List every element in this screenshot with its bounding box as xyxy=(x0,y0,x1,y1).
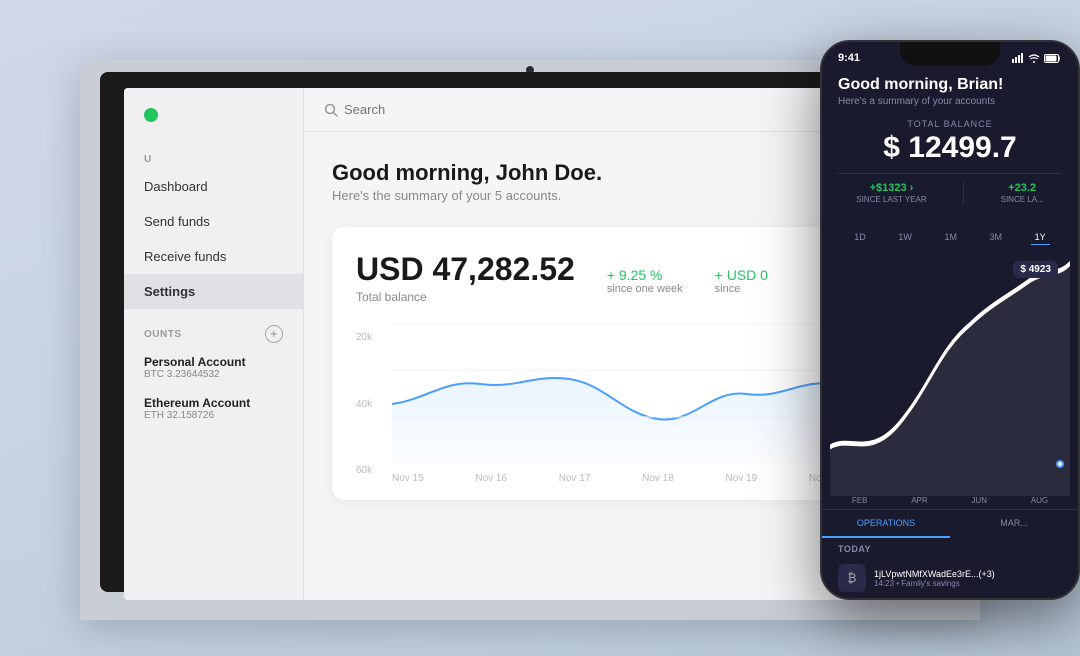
phone-x-aug: AUG xyxy=(1031,496,1048,505)
phone-tx-time: 14:23 • Family's savings xyxy=(874,579,1062,588)
phone-period-1w[interactable]: 1W xyxy=(894,230,916,245)
phone-stat2-label: SINCE LA... xyxy=(1001,195,1044,204)
greeting-text-block: Good morning, John Doe. Here's the summa… xyxy=(332,160,602,203)
balance-main-label: Total balance xyxy=(356,290,575,304)
phone-battery-icon xyxy=(1044,54,1062,63)
phone-header: Good morning, Brian! Here's a summary of… xyxy=(822,68,1078,220)
sidebar-account-personal-sub: BTC 3.23644532 xyxy=(144,369,283,380)
search-icon xyxy=(324,103,338,117)
chart-x-label-3: Nov 18 xyxy=(642,473,674,484)
greeting-subtitle: Here's the summary of your 5 accounts. xyxy=(332,188,602,203)
phone-sub: Here's a summary of your accounts xyxy=(838,96,1062,107)
sidebar-account-ethereum[interactable]: Ethereum Account ETH 32.158726 xyxy=(124,388,303,429)
phone-time: 9:41 xyxy=(838,52,860,64)
chart-y-labels: 60k 40k 20k xyxy=(356,324,386,484)
phone-period-3m[interactable]: 3M xyxy=(986,230,1007,245)
sidebar-account-personal[interactable]: Personal Account BTC 3.23644532 xyxy=(124,347,303,388)
balance-stat1-value: + 9.25 % xyxy=(607,267,683,283)
phone-period-1y[interactable]: 1Y xyxy=(1031,230,1050,245)
phone-tx-name: 1jLVpwtNMfXWadEe3rE...(+3) xyxy=(874,569,1062,579)
phone-tx-item[interactable]: ₿ 1jLVpwtNMfXWadEe3rE...(+3) 14:23 • Fam… xyxy=(822,558,1078,598)
sidebar-account-ethereum-name: Ethereum Account xyxy=(144,396,283,410)
phone-x-apr: APR xyxy=(911,496,927,505)
search-icon-wrap xyxy=(324,102,520,117)
phone-today-label: TODAY xyxy=(822,538,1078,558)
phone-stats-row: +$1323 › SINCE LAST YEAR +23.2 SINCE LA.… xyxy=(838,173,1062,204)
balance-stat1-block: + 9.25 % since one week xyxy=(607,267,683,295)
chart-y-label-60k: 60k xyxy=(356,465,386,476)
balance-stat2-value: + USD 0 xyxy=(715,267,768,283)
phone-status-icons xyxy=(1012,52,1062,64)
chart-x-label-1: Nov 16 xyxy=(475,473,507,484)
phone-stat1: +$1323 › SINCE LAST YEAR xyxy=(856,182,926,204)
phone-stat1-label: SINCE LAST YEAR xyxy=(856,195,926,204)
phone-notch xyxy=(900,42,1000,66)
greeting-title: Good morning, John Doe. xyxy=(332,160,602,186)
balance-main-value: USD 47,282.52 xyxy=(356,251,575,288)
sidebar-accounts-label: OUNTS xyxy=(144,329,182,340)
phone-x-jun: JUN xyxy=(971,496,987,505)
logo-dot-icon xyxy=(144,108,158,122)
phone-greeting: Good morning, Brian! xyxy=(838,76,1062,94)
phone-stat2-value: +23.2 xyxy=(1001,182,1044,194)
sidebar-logo xyxy=(124,108,303,146)
phone-period-1d[interactable]: 1D xyxy=(850,230,870,245)
phone-overlay: 9:41 Good morning, Brian! Here's a summa… xyxy=(820,40,1080,600)
sidebar: U Dashboard Send funds Receive funds Set… xyxy=(124,88,304,600)
phone-x-feb: FEB xyxy=(852,496,868,505)
sidebar-item-dashboard[interactable]: Dashboard xyxy=(124,169,303,204)
phone-tx-info: 1jLVpwtNMfXWadEe3rE...(+3) 14:23 • Famil… xyxy=(874,569,1062,588)
sidebar-item-send-funds[interactable]: Send funds xyxy=(124,204,303,239)
sidebar-account-ethereum-sub: ETH 32.158726 xyxy=(144,410,283,421)
phone-tab-mar[interactable]: MAR... xyxy=(950,510,1078,538)
phone-tx-icon: ₿ xyxy=(838,564,866,592)
phone-balance: $ 12499.7 xyxy=(838,131,1062,165)
balance-main-block: USD 47,282.52 Total balance xyxy=(356,251,575,304)
chart-y-label-20k: 20k xyxy=(356,332,386,343)
balance-stat1-label: since one week xyxy=(607,283,683,295)
search-input[interactable] xyxy=(344,102,520,117)
sidebar-accounts-header: OUNTS + xyxy=(124,309,303,347)
phone-price-badge: $ 4923 xyxy=(1013,261,1058,278)
phone-wifi-icon xyxy=(1028,54,1040,63)
phone-period-row: 1D 1W 1M 3M 1Y xyxy=(822,220,1078,251)
chart-x-label-4: Nov 19 xyxy=(726,473,758,484)
phone-chart-area: $ 4923 xyxy=(822,251,1078,496)
phone-tab-operations[interactable]: OPERATIONS xyxy=(822,510,950,538)
phone-screen: 9:41 Good morning, Brian! Here's a summa… xyxy=(822,42,1078,598)
phone-stat1-value: +$1323 › xyxy=(856,182,926,194)
sidebar-add-account-button[interactable]: + xyxy=(265,325,283,343)
balance-stat2-block: + USD 0 since xyxy=(715,267,768,295)
chart-x-label-2: Nov 17 xyxy=(559,473,591,484)
phone-tabs: OPERATIONS MAR... xyxy=(822,509,1078,538)
phone-x-labels: FEB APR JUN AUG xyxy=(822,496,1078,509)
sidebar-item-receive-funds[interactable]: Receive funds xyxy=(124,239,303,274)
phone-total-label: TOTAL BALANCE xyxy=(838,119,1062,129)
sidebar-section-label: U xyxy=(124,146,303,169)
phone-stat2: +23.2 SINCE LA... xyxy=(1001,182,1044,204)
phone-period-1m[interactable]: 1M xyxy=(940,230,961,245)
sidebar-account-personal-name: Personal Account xyxy=(144,355,283,369)
balance-stat2-label: since xyxy=(715,283,768,295)
chart-y-label-40k: 40k xyxy=(356,399,386,410)
phone-signal-icon xyxy=(1012,53,1024,63)
sidebar-item-settings[interactable]: Settings xyxy=(124,274,303,309)
chart-x-label-0: Nov 15 xyxy=(392,473,424,484)
phone-chart-dot xyxy=(1056,460,1064,468)
